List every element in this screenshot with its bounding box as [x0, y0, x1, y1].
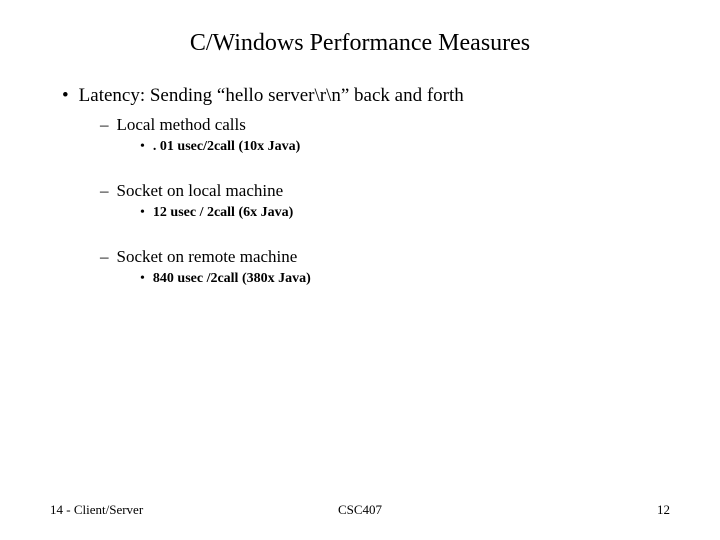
bullet-level3-socket-remote-detail: • 840 usec /2call (380x Java) [140, 271, 670, 287]
bullet-l3-text: 840 usec /2call (380x Java) [153, 271, 311, 287]
bullet-l1-text: Latency: Sending “hello server\r\n” back… [79, 85, 464, 107]
bullet-dot-icon: • [140, 205, 145, 221]
bullet-dot-icon: • [140, 139, 145, 155]
bullet-l2-text: Socket on remote machine [117, 247, 298, 267]
bullet-level3-local-method-detail: • . 01 usec/2call (10x Java) [140, 139, 670, 155]
bullet-l2-text: Local method calls [117, 115, 246, 135]
bullet-level2-local-method: – Local method calls [100, 115, 670, 135]
slide-footer: 14 - Client/Server CSC407 12 [50, 502, 670, 518]
bullet-l2-text: Socket on local machine [117, 181, 284, 201]
bullet-level1-latency: • Latency: Sending “hello server\r\n” ba… [62, 85, 670, 107]
bullet-level2-socket-remote: – Socket on remote machine [100, 247, 670, 267]
bullet-dot-icon: • [140, 271, 145, 287]
footer-page-number: 12 [657, 502, 670, 518]
slide-title: C/Windows Performance Measures [50, 30, 670, 57]
bullet-dot-icon: • [62, 85, 69, 107]
bullet-l3-text: 12 usec / 2call (6x Java) [153, 205, 293, 221]
footer-center: CSC407 [338, 502, 382, 518]
dash-icon: – [100, 115, 109, 135]
bullet-level2-socket-local: – Socket on local machine [100, 181, 670, 201]
dash-icon: – [100, 181, 109, 201]
footer-left: 14 - Client/Server [50, 502, 143, 518]
dash-icon: – [100, 247, 109, 267]
bullet-level3-socket-local-detail: • 12 usec / 2call (6x Java) [140, 205, 670, 221]
bullet-l3-text: . 01 usec/2call (10x Java) [153, 139, 300, 155]
